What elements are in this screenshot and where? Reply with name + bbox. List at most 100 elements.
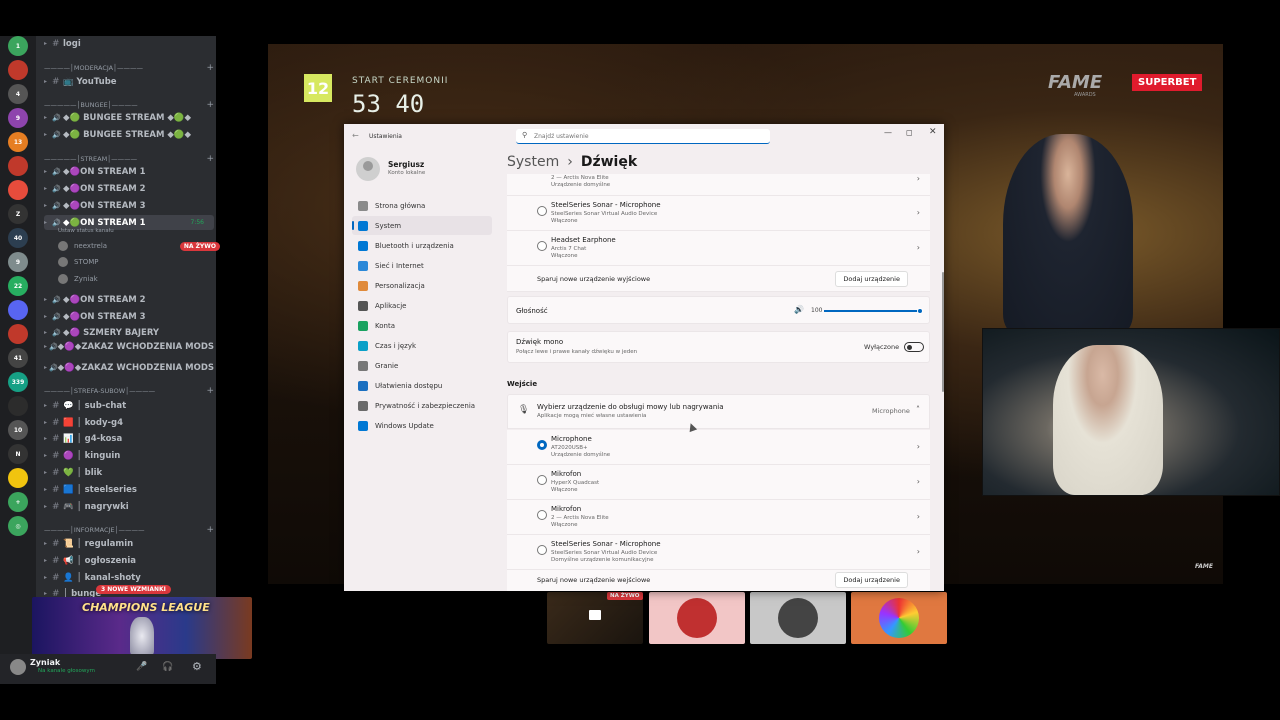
sound-content: 2 — Arctis Nova Elite Urządzenie domyślne… — [344, 124, 944, 591]
voice-channel[interactable]: ▸ 🔊 ◆🟣ON STREAM 1 — [44, 164, 214, 179]
output-device-row[interactable]: 2 — Arctis Nova Elite Urządzenie domyślne… — [507, 174, 930, 196]
add-channel-icon[interactable]: + — [206, 525, 214, 535]
pair-input-row: Sparuj nowe urządzenie wejściowe Dodaj ur… — [507, 570, 930, 591]
channel-status[interactable]: Ustaw status kanału — [58, 224, 114, 238]
voice-user[interactable]: neextrela NA ŻYWO — [58, 239, 228, 253]
text-channel[interactable]: ▸ # 💚 │ blik — [44, 465, 214, 480]
server-icon[interactable]: 339 — [8, 372, 28, 392]
server-icon[interactable] — [8, 396, 28, 416]
add-output-device-button[interactable]: Dodaj urządzenie — [835, 271, 908, 287]
text-channel[interactable]: ▸ # 📜 │ regulamin — [44, 536, 214, 551]
input-device-row[interactable]: Mikrofon 2 — Arctis Nova Elite Włączone › — [507, 500, 930, 535]
speaker-icon: 🔊 — [48, 363, 58, 372]
server-badge: ◎ — [15, 522, 21, 530]
server-icon[interactable] — [8, 60, 28, 80]
add-channel-icon[interactable]: + — [206, 63, 214, 73]
voice-channel[interactable]: ▸ 🔊 ◆🟣ON STREAM 3 — [44, 309, 214, 324]
server-icon[interactable]: 9 — [8, 108, 28, 128]
chevron-right-icon: › — [916, 512, 920, 521]
server-icon[interactable]: 10 — [8, 420, 28, 440]
voice-channel[interactable]: ▸ 🔊 ◆🟣 SZMERY BAJERY — [44, 325, 214, 340]
radio-button[interactable] — [537, 440, 547, 450]
text-channel[interactable]: ▸ # 📊 │ g4-kosa — [44, 431, 214, 446]
server-icon[interactable] — [8, 468, 28, 488]
stream-tile-4[interactable] — [851, 592, 947, 644]
microphone-icon[interactable]: 🎤 — [136, 662, 147, 672]
volume-slider-thumb[interactable] — [917, 308, 923, 314]
channel-category[interactable]: ————│INFORMACJE│———— + — [44, 524, 214, 536]
voice-channel[interactable]: ▸ 🔊 ◆🟣ON STREAM 3 — [44, 198, 214, 213]
channel-category[interactable]: ————│STREFA-SUBOW│———— + — [44, 385, 214, 397]
speaker-icon: 🔊 — [48, 342, 58, 351]
server-icon[interactable]: 22 — [8, 276, 28, 296]
input-device-row[interactable]: Microphone AT2020USB+ Urządzenie domyślne › — [507, 430, 930, 465]
stream-tile-3[interactable] — [750, 592, 846, 644]
server-icon[interactable] — [8, 300, 28, 320]
output-device-row[interactable]: Headset Earphone Arctis 7 Chat Włączone › — [507, 231, 930, 266]
text-channel[interactable]: ▸ # logi — [44, 36, 214, 51]
mentions-banner[interactable]: CHAMPIONS LEAGUE — [32, 597, 252, 659]
mono-toggle[interactable] — [904, 342, 924, 352]
avatar — [58, 241, 68, 251]
avatar[interactable] — [10, 659, 26, 675]
server-icon[interactable]: N — [8, 444, 28, 464]
radio-button[interactable] — [537, 510, 547, 520]
server-icon[interactable]: 41 — [8, 348, 28, 368]
voice-channel[interactable]: ▸ 🔊 ◆🟣ON STREAM 2 — [44, 292, 214, 307]
input-device-row[interactable]: SteelSeries Sonar - Microphone SteelSerie… — [507, 535, 930, 570]
text-channel[interactable]: ▸ # 💬 │ sub-chat — [44, 398, 214, 413]
superbet-logo: SUPERBET — [1132, 74, 1203, 91]
stream-tile-1[interactable]: NA ŻYWO — [547, 592, 643, 644]
text-channel[interactable]: ▸ # 📢 │ ogłoszenia — [44, 553, 214, 568]
text-channel[interactable]: ▸ # 🎮 │ nagrywki — [44, 499, 214, 514]
gear-icon[interactable]: ⚙ — [192, 660, 202, 673]
radio-button[interactable] — [537, 206, 547, 216]
scrollbar[interactable] — [942, 272, 944, 392]
add-input-device-button[interactable]: Dodaj urządzenie — [835, 572, 908, 588]
text-channel[interactable]: ▸ # 🟣 │ kinguin — [44, 448, 214, 463]
headphones-icon[interactable]: 🎧 — [162, 662, 173, 672]
input-select-header[interactable]: 🎙 Wybierz urządzenie do obsługi mowy lub … — [507, 394, 930, 429]
stream-tile-2[interactable] — [649, 592, 745, 644]
speaker-icon: 🔊 — [52, 130, 61, 139]
speaker-icon[interactable]: 🔊 — [794, 305, 804, 314]
server-icon[interactable]: 4 — [8, 84, 28, 104]
server-icon[interactable] — [8, 180, 28, 200]
server-icon[interactable]: ◎ — [8, 516, 28, 536]
volume-slider[interactable] — [824, 308, 923, 314]
text-channel[interactable]: ▸ # 📺 YouTube — [44, 74, 214, 89]
avatar — [778, 598, 818, 638]
server-icon[interactable]: 1 — [8, 36, 28, 56]
text-channel[interactable]: ▸ # 👤 │ kanal-shoty — [44, 570, 214, 585]
voice-channel[interactable]: ▸ 🔊 ◆🟢 BUNGEE STREAM ◆🟢◆ — [44, 127, 214, 142]
new-mentions-badge[interactable]: 3 NOWE WZMIANKI — [96, 585, 171, 594]
server-icon[interactable]: + — [8, 492, 28, 512]
input-device-row[interactable]: Mikrofon HyperX Quadcast Włączone › — [507, 465, 930, 500]
voice-channel[interactable]: ▸ 🔊 ◆🟢 BUNGEE STREAM ◆🟢◆ — [44, 110, 214, 125]
output-device-row[interactable]: SteelSeries Sonar - Microphone SteelSerie… — [507, 196, 930, 231]
voice-user[interactable]: STOMP — [58, 255, 228, 269]
category-label: —————│BUNGEE│———— — [44, 101, 138, 109]
category-label: ————│INFORMACJE│———— — [44, 526, 145, 534]
server-icon[interactable] — [8, 156, 28, 176]
server-icon[interactable]: 9 — [8, 252, 28, 272]
server-icon[interactable]: 13 — [8, 132, 28, 152]
server-icon[interactable]: Z — [8, 204, 28, 224]
text-channel[interactable]: ▸ # 🟦 │ steelseries — [44, 482, 214, 497]
add-channel-icon[interactable]: + — [206, 386, 214, 396]
channel-category[interactable]: ————│MODERACJA│———— + — [44, 62, 214, 74]
voice-channel[interactable]: ▸ 🔊 ◆🟣ON STREAM 2 — [44, 181, 214, 196]
add-channel-icon[interactable]: + — [206, 100, 214, 110]
radio-button[interactable] — [537, 545, 547, 555]
radio-button[interactable] — [537, 475, 547, 485]
server-icon[interactable]: 40 — [8, 228, 28, 248]
chevron-up-icon[interactable]: ˄ — [916, 405, 920, 414]
text-channel[interactable]: ▸ # 🟥 │ kody-g4 — [44, 415, 214, 430]
voice-channel[interactable]: ▸ 🔊 ◆🟣◆ZAKAZ WCHODZENIA MODS — [44, 360, 214, 375]
add-channel-icon[interactable]: + — [206, 154, 214, 164]
channel-name: ◆🟣 SZMERY BAJERY — [63, 327, 160, 338]
voice-channel[interactable]: ▸ 🔊 ◆🟣◆ZAKAZ WCHODZENIA MODS — [44, 339, 214, 354]
server-icon[interactable] — [8, 324, 28, 344]
voice-user[interactable]: Zyniak — [58, 272, 228, 286]
radio-button[interactable] — [537, 241, 547, 251]
